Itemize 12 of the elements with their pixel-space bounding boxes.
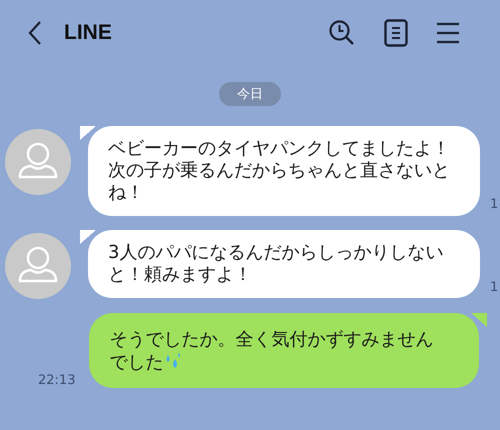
message-bubble: そうでしたか。全く気付かずすみませんでした (89, 313, 488, 388)
menu-icon[interactable] (436, 22, 460, 44)
message-time: 1 (490, 197, 498, 212)
message-bubble: 3人のパパになるんだからしっかりしないと！頼みますよ！ (80, 230, 480, 298)
message-time: 22:13 (38, 373, 76, 388)
notes-icon[interactable] (384, 19, 408, 47)
search-icon[interactable] (328, 19, 356, 47)
chat-title: LINE (64, 21, 112, 45)
date-label: 今日 (219, 82, 281, 106)
message-bubble: ベビーカーのタイヤパンクしてましたよ！次の子が乗るんだからちゃんと直さないとね！ (80, 126, 480, 216)
back-icon[interactable] (28, 20, 42, 46)
message-time: 1 (490, 280, 498, 295)
